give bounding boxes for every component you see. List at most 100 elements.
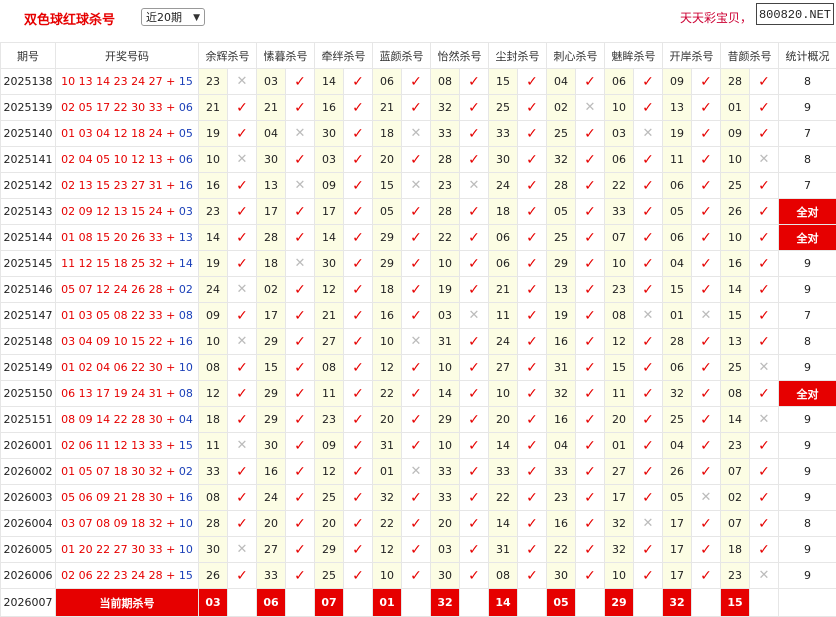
- period-cell: 2025142: [1, 173, 56, 199]
- kill-number: 15: [257, 355, 286, 381]
- check-icon: ✓: [750, 459, 779, 485]
- kill-number: 27: [257, 537, 286, 563]
- kill-number: 17: [663, 563, 692, 589]
- check-icon: ✓: [692, 121, 721, 147]
- check-icon: ✓: [634, 537, 663, 563]
- kill-number: 28: [199, 511, 228, 537]
- kill-number: 08: [315, 355, 344, 381]
- period-cell: 2025138: [1, 69, 56, 95]
- cross-icon: ✕: [286, 251, 315, 277]
- draw-numbers: 01 02 04 06 22 30 + 10: [56, 355, 199, 381]
- kill-number: 01: [721, 95, 750, 121]
- blank-cell: [750, 589, 779, 617]
- table-row: 202514001 03 04 12 18 24 + 0519✓04✕30✓18…: [1, 121, 836, 147]
- kill-number: 06: [489, 251, 518, 277]
- kill-number: 23: [721, 433, 750, 459]
- kill-number: 30: [547, 563, 576, 589]
- kill-number: 26: [199, 563, 228, 589]
- period-range-select[interactable]: 近20期 ▼: [141, 8, 205, 26]
- table-row: 202514302 09 12 13 15 24 + 0323✓17✓17✓05…: [1, 199, 836, 225]
- check-icon: ✓: [286, 303, 315, 329]
- check-icon: ✓: [402, 251, 431, 277]
- check-icon: ✓: [286, 511, 315, 537]
- kill-number: 11: [605, 381, 634, 407]
- kill-number: 32: [373, 485, 402, 511]
- col-kill-5: 怡然杀号: [431, 43, 489, 69]
- check-icon: ✓: [286, 329, 315, 355]
- check-icon: ✓: [402, 147, 431, 173]
- check-icon: ✓: [518, 303, 547, 329]
- kill-number: 17: [663, 537, 692, 563]
- kill-number: 05: [663, 485, 692, 511]
- check-icon: ✓: [344, 173, 373, 199]
- check-icon: ✓: [634, 433, 663, 459]
- chevron-down-icon: ▼: [193, 9, 200, 27]
- red-balls: 01 20 22 27 30 33: [61, 543, 162, 556]
- check-icon: ✓: [344, 147, 373, 173]
- check-icon: ✓: [344, 511, 373, 537]
- kill-number: 10: [431, 355, 460, 381]
- check-icon: ✓: [518, 121, 547, 147]
- kill-number: 01: [605, 433, 634, 459]
- kill-number: 15: [663, 277, 692, 303]
- kill-number: 25: [547, 225, 576, 251]
- check-icon: ✓: [576, 563, 605, 589]
- site-badge: 800820.NET: [756, 3, 834, 25]
- period-cell: 2026001: [1, 433, 56, 459]
- kill-number: 08: [489, 563, 518, 589]
- period-range-value: 近20期: [146, 11, 182, 24]
- kill-number: 12: [373, 355, 402, 381]
- stat-cell: 8: [779, 147, 836, 173]
- check-icon: ✓: [634, 355, 663, 381]
- cross-icon: ✕: [228, 329, 257, 355]
- promo-text[interactable]: 天天彩宝贝，: [680, 9, 752, 26]
- check-icon: ✓: [460, 147, 489, 173]
- kill-number: 01: [663, 303, 692, 329]
- current-kill-number: 01: [373, 589, 402, 617]
- check-icon: ✓: [460, 95, 489, 121]
- cross-icon: ✕: [750, 355, 779, 381]
- current-kill-number: 15: [721, 589, 750, 617]
- check-icon: ✓: [518, 225, 547, 251]
- check-icon: ✓: [576, 433, 605, 459]
- kill-number: 07: [721, 511, 750, 537]
- kill-number: 22: [605, 173, 634, 199]
- plus-sign: +: [166, 153, 175, 166]
- check-icon: ✓: [460, 459, 489, 485]
- draw-numbers: 06 13 17 19 24 31 + 08: [56, 381, 199, 407]
- plus-sign: +: [166, 413, 175, 426]
- check-icon: ✓: [460, 511, 489, 537]
- kill-number: 10: [605, 95, 634, 121]
- red-balls: 02 05 17 22 30 33: [61, 101, 162, 114]
- kill-number: 30: [315, 121, 344, 147]
- check-icon: ✓: [750, 329, 779, 355]
- check-icon: ✓: [750, 433, 779, 459]
- kill-number: 12: [315, 459, 344, 485]
- blue-ball: 16: [179, 491, 193, 504]
- draw-numbers: 02 05 17 22 30 33 + 06: [56, 95, 199, 121]
- check-icon: ✓: [576, 303, 605, 329]
- blue-ball: 16: [179, 335, 193, 348]
- kill-number: 07: [721, 459, 750, 485]
- check-icon: ✓: [228, 459, 257, 485]
- current-kill-number: 07: [315, 589, 344, 617]
- kill-number: 13: [721, 329, 750, 355]
- kill-number: 33: [489, 121, 518, 147]
- stat-cell: 9: [779, 563, 836, 589]
- check-icon: ✓: [750, 251, 779, 277]
- cross-icon: ✕: [286, 121, 315, 147]
- red-balls: 01 03 04 12 18 24: [61, 127, 162, 140]
- kill-number: 22: [547, 537, 576, 563]
- table-row: 202513902 05 17 22 30 33 + 0621✓21✓16✓21…: [1, 95, 836, 121]
- cross-icon: ✕: [228, 433, 257, 459]
- kill-number: 31: [431, 329, 460, 355]
- check-icon: ✓: [344, 251, 373, 277]
- kill-number: 23: [315, 407, 344, 433]
- blank-cell: [779, 589, 836, 617]
- kill-number: 13: [257, 173, 286, 199]
- kill-number: 20: [489, 407, 518, 433]
- kill-number: 24: [489, 173, 518, 199]
- draw-numbers: 03 04 09 10 15 22 + 16: [56, 329, 199, 355]
- check-icon: ✓: [344, 485, 373, 511]
- check-icon: ✓: [634, 381, 663, 407]
